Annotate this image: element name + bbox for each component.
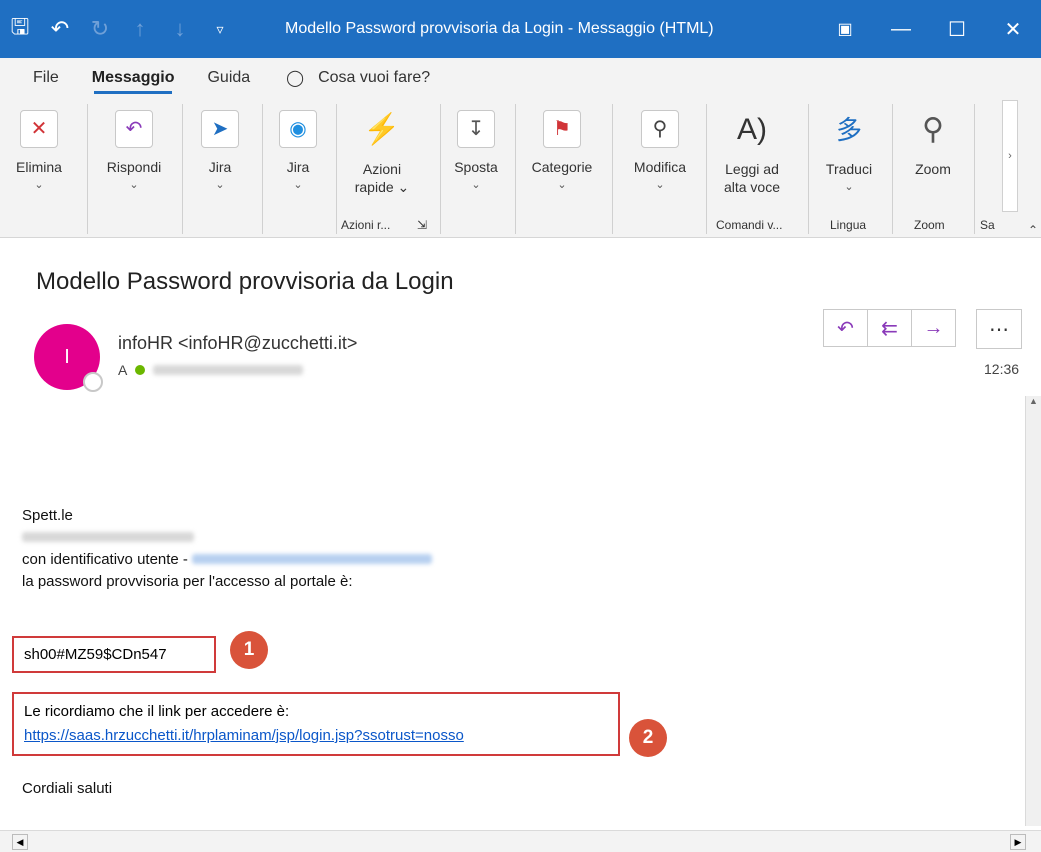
ribbon-display-icon[interactable]: ▣ (817, 0, 873, 58)
redo-icon[interactable]: ↻ (80, 0, 120, 58)
menu-bar: File Messaggio Guida ◯ Cosa vuoi fare? (0, 58, 1041, 98)
temporary-password: sh00#MZ59$CDn547 (24, 646, 167, 663)
close-icon[interactable]: ✕ (985, 0, 1041, 58)
lightbulb-icon: ◯ (286, 70, 305, 87)
scroll-left-icon[interactable]: ◀ (12, 834, 28, 850)
jira-icon: ➤ (201, 110, 239, 148)
zoom-icon: ⚲ (922, 113, 944, 146)
tell-me-box[interactable]: ◯ Cosa vuoi fare? (286, 68, 430, 88)
login-link[interactable]: https://saas.hrzucchetti.it/hrplaminam/j… (24, 727, 464, 744)
move-icon: ↧ (457, 110, 495, 148)
minimize-icon[interactable]: — (873, 0, 929, 58)
password-box: sh00#MZ59$CDn547 (12, 636, 216, 673)
scroll-up-icon[interactable]: ▲ (1026, 396, 1041, 406)
save-icon[interactable]: 🖫 (0, 0, 40, 58)
reply-icon: ↶ (115, 110, 153, 148)
reply-button[interactable]: ↶ Rispondi ⌄ (94, 102, 174, 194)
dialog-launcher-icon[interactable]: ⇲ (417, 218, 427, 232)
customize-toolbar-icon[interactable]: ▿ (200, 0, 240, 58)
horizontal-scrollbar[interactable]: ◀ ▶ (0, 830, 1041, 852)
search-icon: ⚲ (641, 110, 679, 148)
move-button[interactable]: ↧ Sposta ⌄ (446, 102, 506, 194)
ribbon: ✕ Elimina ⌄ ↶ Rispondi ⌄ ➤ Jira ⌄ ◉ Jira ⌄ ⚡… (0, 98, 1041, 238)
ribbon-scroll-right[interactable]: › (1002, 100, 1018, 212)
next-item-icon[interactable]: ↓ (160, 0, 200, 58)
tell-me-text: Cosa vuoi fare? (318, 69, 431, 86)
categories-button[interactable]: ⚑ Categorie ⌄ (522, 102, 602, 194)
message-subject: Modello Password provvisoria da Login (36, 268, 454, 295)
read-aloud-icon: A) (737, 113, 767, 146)
recipient-status-icon (135, 365, 146, 375)
message-actions: ↶ ⇇ → (823, 309, 956, 347)
previous-item-icon[interactable]: ↑ (120, 0, 160, 58)
menu-messaggio[interactable]: Messaggio (59, 58, 174, 98)
jira-circle-icon: ◉ (279, 110, 317, 148)
recipient-line: A (118, 362, 304, 378)
link-box: Le ricordiamo che il link per accedere è… (12, 692, 620, 756)
presence-status-icon (83, 372, 103, 392)
undo-icon[interactable]: ↶ (40, 0, 80, 58)
maximize-icon[interactable]: ☐ (929, 0, 985, 58)
group-label-voice: Comandi v... (716, 218, 783, 232)
edit-button[interactable]: ⚲ Modifica ⌄ (622, 102, 698, 194)
lightning-icon: ⚡ (363, 113, 401, 146)
user-id-redacted (192, 554, 433, 564)
to-label: A (118, 362, 128, 378)
recipient-redacted[interactable] (153, 365, 304, 375)
read-aloud-button[interactable]: A) Leggi ad alta voce (712, 102, 792, 196)
annotation-badge-1: 1 (230, 631, 268, 669)
delete-button[interactable]: ✕ Elimina ⌄ (14, 102, 64, 194)
group-label-sa: Sa (980, 218, 995, 232)
annotation-badge-2: 2 (629, 719, 667, 757)
flag-icon: ⚑ (543, 110, 581, 148)
link-intro: Le ricordiamo che il link per accedere è… (24, 703, 290, 720)
quick-actions-button[interactable]: ⚡ Azioni rapide ⌄ (346, 102, 418, 196)
forward-icon[interactable]: → (911, 309, 956, 347)
closing: Cordiali saluti (22, 780, 113, 797)
message-body: Spett.le con identificativo utente - la … (22, 505, 433, 593)
collapse-ribbon-icon[interactable]: ⌃ (1028, 223, 1038, 237)
zoom-button[interactable]: ⚲ Zoom (900, 102, 966, 178)
scroll-right-icon[interactable]: ▶ (1010, 834, 1026, 850)
salutation: Spett.le (22, 507, 73, 524)
group-label-zoom: Zoom (914, 218, 945, 232)
jira-circle-button[interactable]: ◉ Jira ⌄ (272, 102, 324, 194)
user-id-line: con identificativo utente - (22, 549, 433, 571)
password-intro: la password provvisoria per l'accesso al… (22, 573, 353, 590)
jira-button[interactable]: ➤ Jira ⌄ (194, 102, 246, 194)
group-label-language: Lingua (830, 218, 867, 232)
window-title: Modello Password provvisoria da Login - … (285, 20, 714, 37)
group-label-quick-actions: Azioni r... (341, 218, 391, 232)
recipient-name-redacted (22, 527, 432, 549)
translate-icon: 多 (835, 115, 862, 145)
menu-file[interactable]: File (0, 58, 59, 98)
sender[interactable]: infoHR <infoHR@zucchetti.it> (118, 333, 357, 354)
title-bar: 🖫 ↶ ↻ ↑ ↓ ▿ Modello Password provvisoria… (0, 0, 1041, 58)
delete-icon: ✕ (20, 110, 58, 148)
menu-guida[interactable]: Guida (174, 58, 250, 98)
reply-all-icon[interactable]: ⇇ (867, 309, 912, 347)
translate-button[interactable]: 多 Traduci ⌄ (814, 102, 884, 196)
reply-icon[interactable]: ↶ (823, 309, 868, 347)
vertical-scrollbar[interactable]: ▲ (1025, 396, 1041, 826)
message-time: 12:36 (984, 361, 1020, 377)
more-actions-icon[interactable]: ⋯ (976, 309, 1022, 349)
